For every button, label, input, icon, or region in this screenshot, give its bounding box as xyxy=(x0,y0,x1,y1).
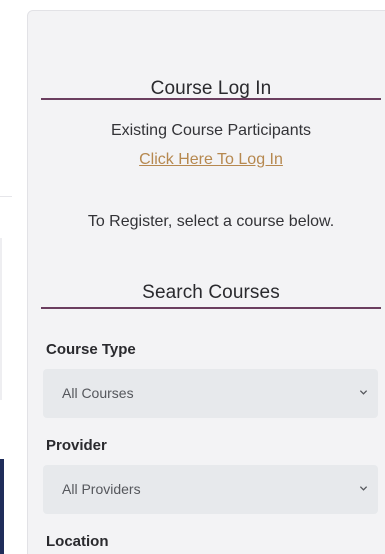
provider-value: All Providers xyxy=(62,481,141,497)
register-instructions: To Register, select a course below. xyxy=(87,213,335,230)
login-heading-divider xyxy=(41,98,381,100)
chevron-down-icon xyxy=(359,486,368,491)
page: Course Log In Existing Course Participan… xyxy=(0,0,385,554)
search-courses-heading: Search Courses xyxy=(142,282,280,303)
provider-select[interactable]: All Providers xyxy=(43,465,378,514)
course-type-value: All Courses xyxy=(62,385,134,401)
course-sidebar-panel: Course Log In Existing Course Participan… xyxy=(27,10,385,554)
search-heading-divider xyxy=(41,307,381,309)
existing-participants-text: Existing Course Participants xyxy=(110,122,312,139)
provider-label: Provider xyxy=(46,437,107,454)
left-edge-banner xyxy=(0,459,4,554)
course-login-heading: Course Log In xyxy=(150,78,272,99)
location-label: Location xyxy=(46,533,109,550)
course-type-select[interactable]: All Courses xyxy=(43,369,378,418)
course-type-label: Course Type xyxy=(46,341,136,358)
login-link[interactable]: Click Here To Log In xyxy=(41,151,381,169)
chevron-down-icon xyxy=(359,390,368,395)
left-edge-border xyxy=(0,238,2,400)
left-edge-divider xyxy=(0,196,12,197)
